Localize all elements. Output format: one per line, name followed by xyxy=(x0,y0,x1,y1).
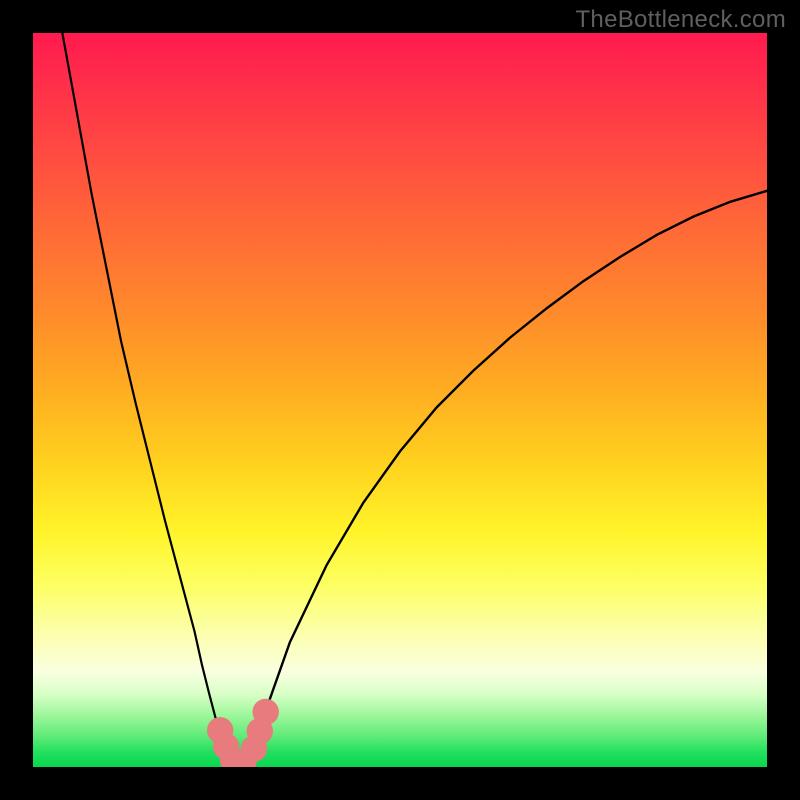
curve-layer xyxy=(33,33,767,767)
curve-right-branch xyxy=(246,191,767,764)
valley-markers xyxy=(207,699,279,763)
marker-dot xyxy=(252,699,278,725)
curve-left-branch xyxy=(62,33,231,763)
watermark-text: TheBottleneck.com xyxy=(575,6,786,34)
marker-pill xyxy=(232,760,244,762)
plot-area xyxy=(33,33,767,767)
chart-stage: TheBottleneck.com xyxy=(0,0,800,800)
